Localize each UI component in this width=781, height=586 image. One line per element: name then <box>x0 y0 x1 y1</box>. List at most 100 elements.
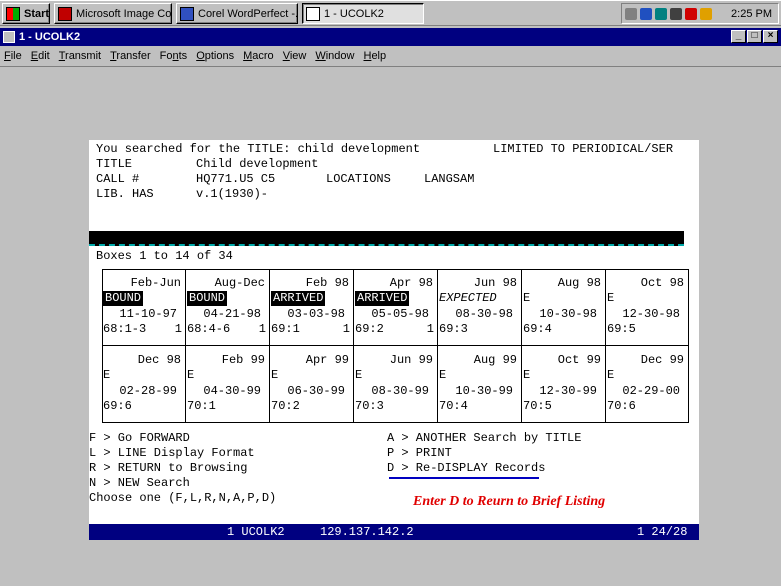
windows-logo-icon <box>6 6 20 21</box>
minimize-button[interactable]: _ <box>731 30 746 43</box>
window-titlebar[interactable]: 1 - UCOLK2 _ □ × <box>0 28 781 46</box>
libhas-value: v.1(1930)- <box>196 187 269 201</box>
start-button[interactable]: Start <box>2 3 50 24</box>
issue-box: Feb-Jun BOUND 11-10-97 68:1-3 1 <box>102 269 186 346</box>
menu-transfer[interactable]: Transfer <box>110 50 151 62</box>
issue-status: E <box>523 368 531 382</box>
issue-receipt-date: 02-29-00 <box>622 384 680 398</box>
issue-status: BOUND <box>187 291 228 306</box>
issue-volume: 70:3 <box>355 399 384 413</box>
issue-receipt-date: 11-10-97 <box>119 307 177 321</box>
option-print[interactable]: P > PRINT <box>387 446 452 461</box>
issue-status: E <box>103 368 111 382</box>
menu-fonts[interactable]: Fonts <box>160 50 188 62</box>
menu-transmit[interactable]: Transmit <box>59 50 101 62</box>
issue-receipt-date: 04-30-99 <box>203 384 261 398</box>
issue-box: Dec 99 E 02-29-00 70:6 <box>606 346 689 423</box>
issue-status: E <box>187 368 195 382</box>
title-label: TITLE <box>96 157 133 171</box>
issue-volume: 70:2 <box>271 399 300 413</box>
issue-volume: 70:5 <box>523 399 552 413</box>
separator-bar <box>89 231 684 246</box>
issue-receipt-date: 10-30-98 <box>539 307 597 321</box>
menu-macro[interactable]: Macro <box>243 50 274 62</box>
status-session: 1 UCOLK2 <box>227 525 285 539</box>
issue-volume: 70:1 <box>187 399 216 413</box>
clock[interactable]: 2:25 PM <box>731 8 772 20</box>
issue-receipt-date: 02-28-99 <box>119 384 177 398</box>
taskbar-button-ucolk2[interactable]: 1 - UCOLK2 <box>302 3 424 24</box>
maximize-button[interactable]: □ <box>747 30 762 43</box>
issue-count: 1 <box>342 322 350 336</box>
terminal-status-bar: 1 UCOLK2 129.137.142.2 1 24/28 <box>89 524 699 540</box>
issue-date: Apr 99 <box>305 353 349 367</box>
issue-status: E <box>355 368 363 382</box>
status-ip: 129.137.142.2 <box>320 525 414 539</box>
menu-file[interactable]: File <box>4 50 22 62</box>
menu-window[interactable]: Window <box>315 50 354 62</box>
issue-receipt-date: 10-30-99 <box>455 384 513 398</box>
issue-date: Jun 98 <box>473 276 517 290</box>
issue-receipt-date: 03-03-98 <box>287 307 345 321</box>
option-another-search[interactable]: A > ANOTHER Search by TITLE <box>387 431 581 446</box>
issue-box: Jun 98 EXPECTED 08-30-98 69:3 <box>438 269 522 346</box>
status-position: 1 24/28 <box>637 525 688 539</box>
issue-volume: 69:3 <box>439 322 468 336</box>
issue-volume: 69:5 <box>607 322 636 336</box>
app-icon[interactable] <box>3 31 15 43</box>
issue-status: E <box>439 368 447 382</box>
issue-date: Dec 99 <box>640 353 684 367</box>
option-redisplay[interactable]: D > Re-DISPLAY Records <box>387 461 545 476</box>
redisplay-underline <box>389 477 539 479</box>
issue-box: Aug-Dec BOUND 04-21-98 68:4-6 1 <box>186 269 270 346</box>
option-return[interactable]: R > RETURN to Browsing <box>89 461 247 476</box>
choose-prompt[interactable]: Choose one (F,L,R,N,A,P,D) <box>89 491 276 506</box>
taskbar-button-image-composer[interactable]: Microsoft Image Co... <box>54 3 172 24</box>
instruction-annotation: Enter D to Reurn to Brief Listing <box>413 494 606 509</box>
terminal-screen[interactable]: You searched for the TITLE: child develo… <box>89 140 699 540</box>
issue-volume: 69:4 <box>523 322 552 336</box>
issue-box: Aug 98 E 10-30-98 69:4 <box>522 269 606 346</box>
menu-help[interactable]: Help <box>363 50 386 62</box>
issue-volume: 70:4 <box>439 399 468 413</box>
issue-box: Apr 98 ARRIVED 05-05-98 69:2 1 <box>354 269 438 346</box>
libhas-label: LIB. HAS <box>96 187 154 201</box>
locations-label: LOCATIONS <box>326 172 391 186</box>
window-title: 1 - UCOLK2 <box>19 31 81 43</box>
printer-icon[interactable] <box>670 7 682 20</box>
issue-receipt-date: 08-30-99 <box>371 384 429 398</box>
issue-volume: 69:6 <box>103 399 132 413</box>
option-new-search[interactable]: N > NEW Search <box>89 476 190 491</box>
option-line-display[interactable]: L > LINE Display Format <box>89 446 255 461</box>
issue-volume: 69:1 <box>271 322 300 336</box>
issue-date: Apr 98 <box>389 276 433 290</box>
issue-count: 1 <box>174 322 182 336</box>
menu-view[interactable]: View <box>283 50 307 62</box>
scheduler-icon[interactable] <box>700 7 712 20</box>
issue-status: E <box>271 368 279 382</box>
issue-date: Dec 98 <box>137 353 181 367</box>
menu-options[interactable]: Options <box>196 50 234 62</box>
issue-box: Oct 99 E 12-30-99 70:5 <box>522 346 606 423</box>
issue-status: BOUND <box>103 291 144 306</box>
issue-box: Aug 99 E 10-30-99 70:4 <box>438 346 522 423</box>
issue-receipt-date: 12-30-99 <box>539 384 597 398</box>
issue-receipt-date: 05-05-98 <box>371 307 429 321</box>
menu-bar: File Edit Transmit Transfer Fonts Options Macr… <box>0 46 781 66</box>
image-composer-icon <box>58 6 72 21</box>
antivirus-icon[interactable] <box>685 7 697 20</box>
network-icon[interactable] <box>640 7 652 20</box>
system-tray: 2:25 PM <box>621 3 779 24</box>
taskbar-button-wordperfect[interactable]: Corel WordPerfect -... <box>176 3 298 24</box>
issue-date: Feb 99 <box>221 353 265 367</box>
boxes-range: Boxes 1 to 14 of 34 <box>96 249 233 263</box>
menu-edit[interactable]: Edit <box>31 50 50 62</box>
option-forward[interactable]: F > Go FORWARD <box>89 431 190 446</box>
monitor-icon[interactable] <box>655 7 667 20</box>
close-button[interactable]: × <box>763 30 778 43</box>
terminal-icon <box>306 6 320 21</box>
issue-date: Aug 98 <box>557 276 601 290</box>
issue-box: Apr 99 E 06-30-99 70:2 <box>270 346 354 423</box>
speaker-icon[interactable] <box>625 7 637 20</box>
issue-box: Feb 98 ARRIVED 03-03-98 69:1 1 <box>270 269 354 346</box>
